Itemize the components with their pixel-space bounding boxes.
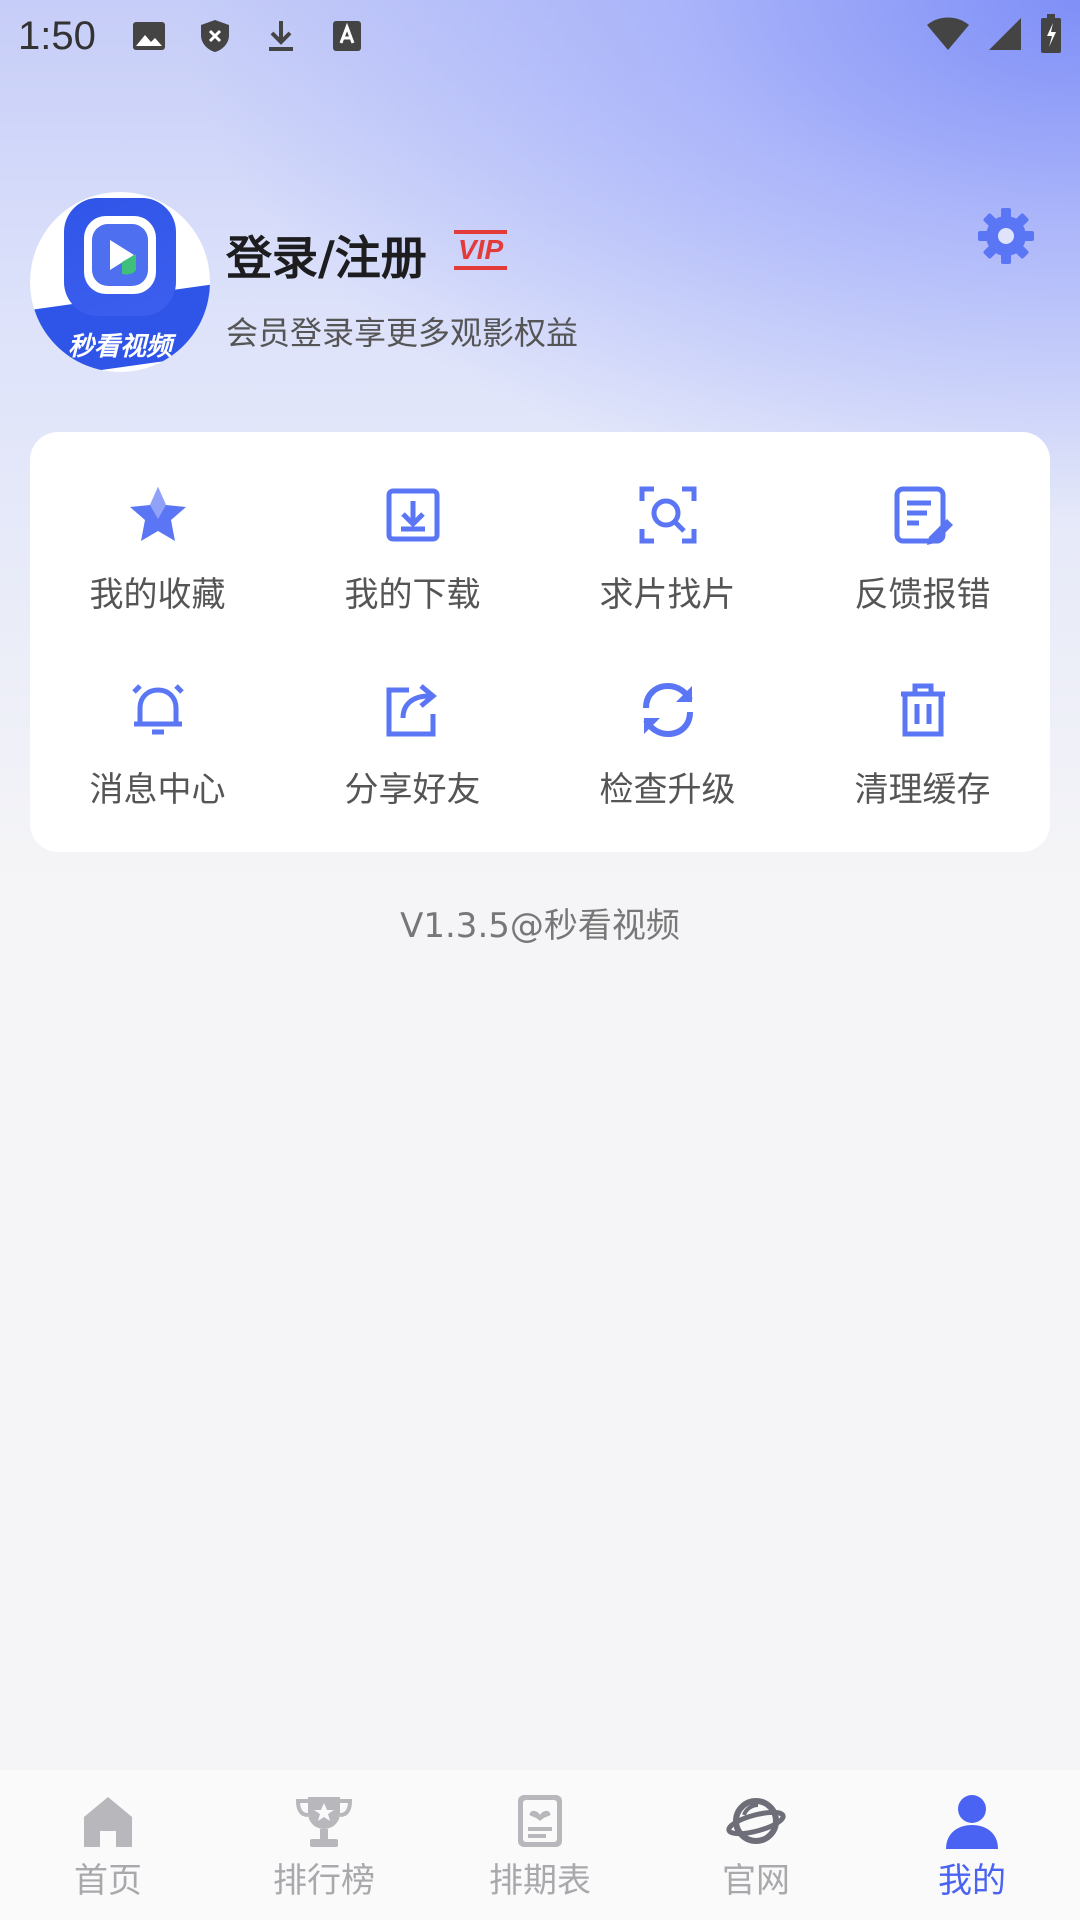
download-status-icon [264, 19, 298, 53]
bottom-tab-bar: 首页 排行榜 排期表 官网 我的 [0, 1770, 1080, 1920]
menu-label: 我的收藏 [89, 575, 226, 615]
tab-label: 我的 [938, 1860, 1006, 1901]
menu-item-request-movie[interactable]: 求片找片 [540, 452, 795, 647]
planet-icon [726, 1797, 786, 1844]
tab-label: 首页 [74, 1860, 142, 1901]
menu-item-feedback[interactable]: 反馈报错 [795, 452, 1050, 647]
login-register-link[interactable]: 登录/注册 [226, 222, 427, 288]
bell-icon [131, 684, 184, 735]
menu-grid: 我的收藏 我的下载 求片找片 反馈报错 消息中心 分享好友 检查升级 清理缓存 [30, 432, 1050, 852]
menu-item-downloads[interactable]: 我的下载 [285, 452, 540, 647]
schedule-icon [518, 1794, 562, 1847]
app-logo-icon [64, 198, 176, 316]
refresh-icon [642, 682, 693, 738]
text-a-icon [330, 19, 364, 53]
status-bar: 1:50 [0, 0, 1080, 72]
search-scan-icon [639, 486, 696, 544]
menu-label: 检查升级 [599, 770, 736, 810]
tab-ranking[interactable]: 排行榜 [216, 1770, 432, 1920]
menu-item-clear-cache[interactable]: 清理缓存 [795, 647, 1050, 842]
login-subtitle: 会员登录享更多观影权益 [226, 314, 579, 352]
user-icon [946, 1794, 998, 1849]
home-icon [84, 1796, 132, 1847]
menu-label: 分享好友 [344, 770, 481, 810]
menu-label: 求片找片 [599, 575, 736, 615]
tab-official-site[interactable]: 官网 [648, 1770, 864, 1920]
menu-label: 反馈报错 [854, 575, 991, 615]
menu-label: 清理缓存 [854, 770, 991, 810]
trophy-icon [295, 1796, 353, 1847]
wifi-icon [926, 17, 970, 55]
share-icon [386, 684, 437, 737]
battery-icon [1040, 14, 1062, 58]
avatar[interactable]: 秒看视频 [30, 192, 210, 372]
trash-icon [900, 683, 945, 737]
menu-item-messages[interactable]: 消息中心 [30, 647, 285, 842]
settings-gear-icon[interactable] [974, 204, 1038, 268]
download-icon [386, 488, 439, 542]
version-text: V1.3.5@秒看视频 [400, 906, 680, 946]
menu-label: 消息中心 [89, 770, 226, 810]
menu-item-favorites[interactable]: 我的收藏 [30, 452, 285, 647]
shield-icon [198, 19, 232, 53]
tab-mine[interactable]: 我的 [864, 1770, 1080, 1920]
menu-label: 我的下载 [344, 575, 481, 615]
vip-badge: VIP [454, 230, 508, 270]
feedback-edit-icon [894, 486, 953, 545]
avatar-brand-text: 秒看视频 [67, 332, 172, 362]
star-icon [129, 487, 186, 541]
tab-label: 排期表 [489, 1860, 591, 1901]
tab-label: 官网 [722, 1860, 790, 1901]
menu-item-check-update[interactable]: 检查升级 [540, 647, 795, 842]
tab-label: 排行榜 [273, 1860, 375, 1901]
profile-section[interactable]: 秒看视频 登录/注册 VIP 会员登录享更多观影权益 [30, 192, 1050, 372]
status-time: 1:50 [18, 13, 96, 58]
image-icon [132, 19, 166, 53]
menu-item-share[interactable]: 分享好友 [285, 647, 540, 842]
tab-home[interactable]: 首页 [0, 1770, 216, 1920]
tab-schedule[interactable]: 排期表 [432, 1770, 648, 1920]
cellular-signal-icon [988, 17, 1022, 55]
